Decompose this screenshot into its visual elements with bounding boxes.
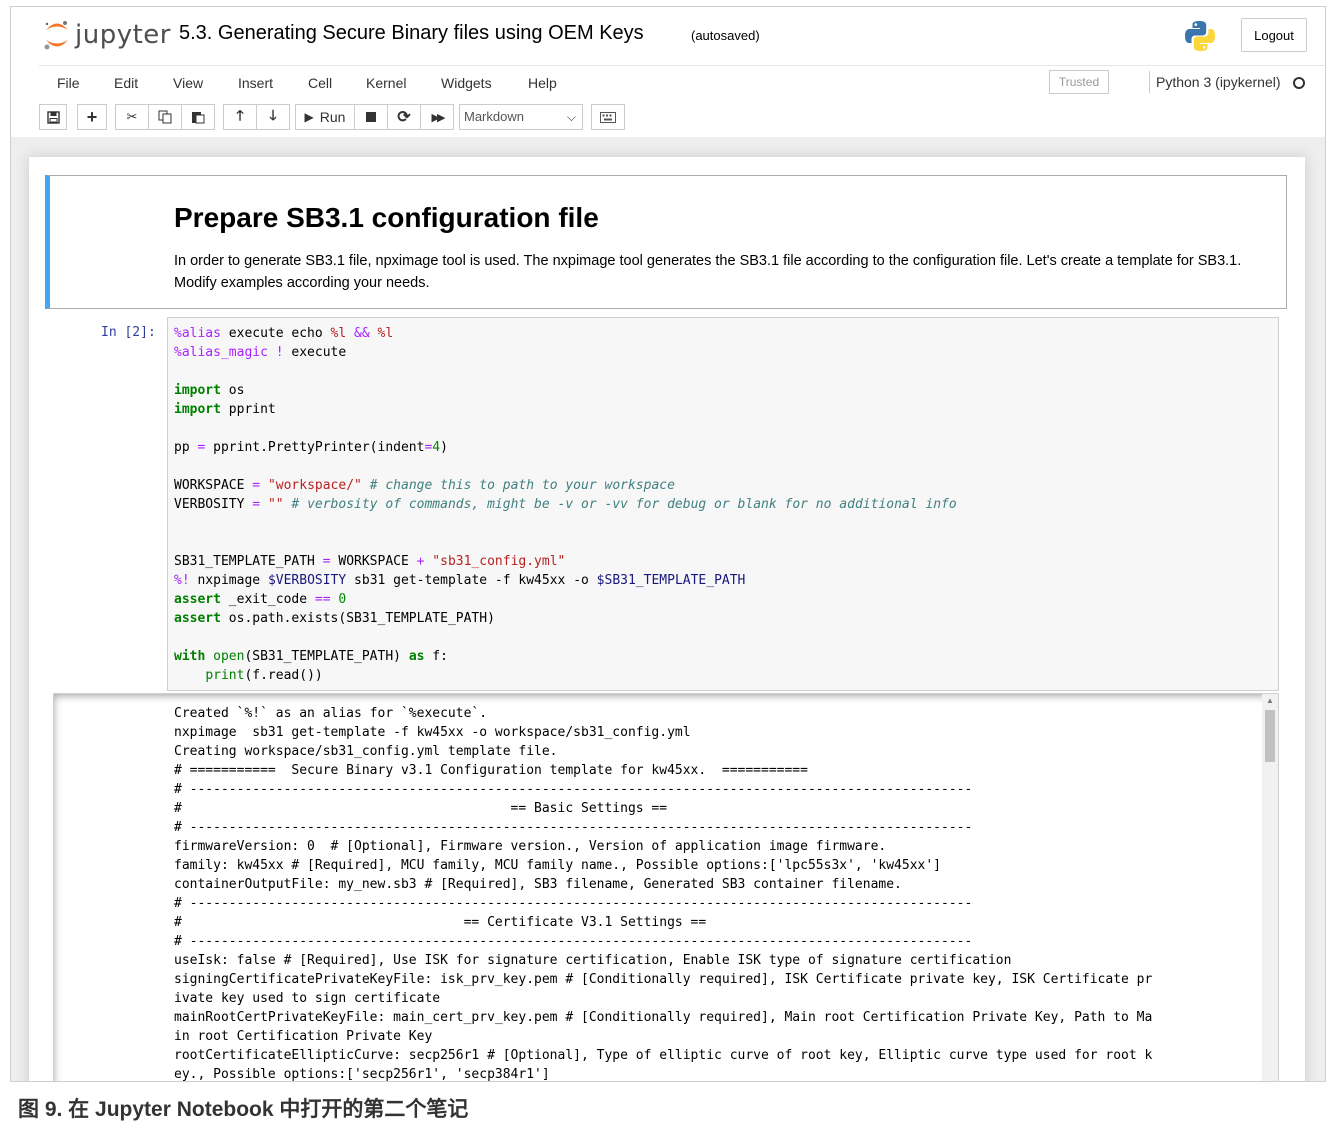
interrupt-button[interactable] [354,104,388,130]
chevron-down-icon: ⌵ [566,110,576,124]
output-line: # --------------------------------------… [174,820,973,835]
menu-cell[interactable]: Cell [308,71,332,95]
output-scrollbar[interactable]: ▲ ▼ [1262,694,1278,1081]
stop-icon [366,112,376,122]
save-icon [46,110,60,124]
menu-kernel[interactable]: Kernel [366,71,406,95]
output-line: in root Certification Private Key [174,1029,433,1044]
scissors-icon: ✂ [126,109,138,124]
figure-caption: 图 9. 在 Jupyter Notebook 中打开的第二个笔记 [18,1098,469,1121]
output-line: # == Certificate V3.1 Settings == [174,915,707,930]
jupyter-logo-text: jupyter [75,20,171,50]
code-content: %alias execute echo %l && %l %alias_magi… [174,326,957,683]
logout-button[interactable]: Logout [1241,18,1307,52]
menu-file[interactable]: File [57,71,80,95]
notebook-background: Prepare SB3.1 configuration file In orde… [11,137,1325,1082]
play-icon: ▶ [304,110,314,124]
output-text: Created `%!` as an alias for `%execute`.… [174,704,1153,1082]
jupyter-logo[interactable]: jupyter [43,19,171,51]
insert-cell-button[interactable]: + [77,104,107,130]
output-line: ey., Possible options:['secp256r1', 'sec… [174,1067,550,1082]
output-line: family: kw45xx # [Required], MCU family,… [174,858,942,873]
menu-edit[interactable]: Edit [114,71,138,95]
cut-button[interactable]: ✂ [115,104,149,130]
cell-type-value: Markdown [464,109,524,124]
python-logo-icon [1185,21,1215,51]
restart-button[interactable]: ⟳ [387,104,421,130]
keyboard-icon [600,111,616,123]
output-line: signingCertificatePrivateKeyFile: isk_pr… [174,972,1153,987]
output-line: # == Basic Settings == [174,801,668,816]
output-line: firmwareVersion: 0 # [Optional], Firmwar… [174,839,887,854]
copy-button[interactable] [148,104,182,130]
plus-icon: + [86,106,98,127]
paste-icon [192,112,205,124]
output-line: Created `%!` as an alias for `%execute`. [174,706,488,721]
run-all-button[interactable]: ▶▶ [420,104,454,130]
output-line: mainRootCertPrivateKeyFile: main_cert_pr… [174,1010,1153,1025]
notebook-title[interactable]: 5.3. Generating Secure Binary files usin… [179,22,644,45]
scroll-up-icon[interactable]: ▲ [1266,696,1274,705]
menu-widgets[interactable]: Widgets [441,71,492,95]
kernel-name: Python 3 (ipykernel) [1149,71,1281,93]
output-line: Creating workspace/sb31_config.yml templ… [174,744,558,759]
output-line: # --------------------------------------… [174,896,973,911]
paste-button[interactable] [181,104,215,130]
run-button[interactable]: ▶ Run [295,104,355,130]
output-line: rootCertificateEllipticCurve: secp256r1 … [174,1048,1153,1063]
output-line: # =========== Secure Binary v3.1 Configu… [174,763,808,778]
jupyter-orbit-icon [44,21,68,50]
menu-view[interactable]: View [173,71,203,95]
menu-help[interactable]: Help [528,71,557,95]
code-cell-editor[interactable]: %alias execute echo %l && %l %alias_magi… [167,317,1279,691]
output-line: useIsk: false # [Required], Use ISK for … [174,953,1012,968]
copy-icon [158,110,172,124]
input-prompt: In [2]: [101,325,156,340]
markdown-cell[interactable]: Prepare SB3.1 configuration file In orde… [45,175,1287,309]
notebook-container: Prepare SB3.1 configuration file In orde… [29,157,1305,1082]
arrow-up-icon: 🡑 [236,107,244,123]
command-palette-button[interactable] [591,104,625,130]
output-line: containerOutputFile: my_new.sb3 # [Requi… [174,877,902,892]
move-up-button[interactable]: 🡑 [223,104,257,130]
output-area[interactable]: Created `%!` as an alias for `%execute`.… [53,693,1279,1082]
scrollbar-thumb[interactable] [1265,710,1275,762]
arrow-down-icon: 🡓 [269,107,277,123]
notebook-window: jupyter 5.3. Generating Secure Binary fi… [10,6,1326,1082]
output-line: nxpimage sb31 get-template -f kw45xx -o … [174,725,691,740]
markdown-heading: Prepare SB3.1 configuration file [174,202,599,233]
save-button[interactable] [39,104,67,130]
kernel-idle-icon [1293,77,1305,89]
restart-icon: ⟳ [397,109,411,126]
menu-insert[interactable]: Insert [238,71,273,95]
autosave-status: (autosaved) [691,28,760,43]
output-line: # --------------------------------------… [174,934,973,949]
cell-type-select[interactable]: Markdown ⌵ [459,104,583,130]
run-label: Run [319,109,346,125]
markdown-paragraph: In order to generate SB3.1 file, npximag… [174,253,1242,291]
header: jupyter 5.3. Generating Secure Binary fi… [11,7,1325,63]
menubar: File Edit View Insert Cell Kernel Widget… [39,65,1325,99]
output-line: ivate key used to sign certificate [174,991,441,1006]
move-down-button[interactable]: 🡓 [256,104,290,130]
trusted-indicator[interactable]: Trusted [1049,70,1109,94]
fast-forward-icon: ▶▶ [431,111,446,124]
output-line: # --------------------------------------… [174,782,973,797]
